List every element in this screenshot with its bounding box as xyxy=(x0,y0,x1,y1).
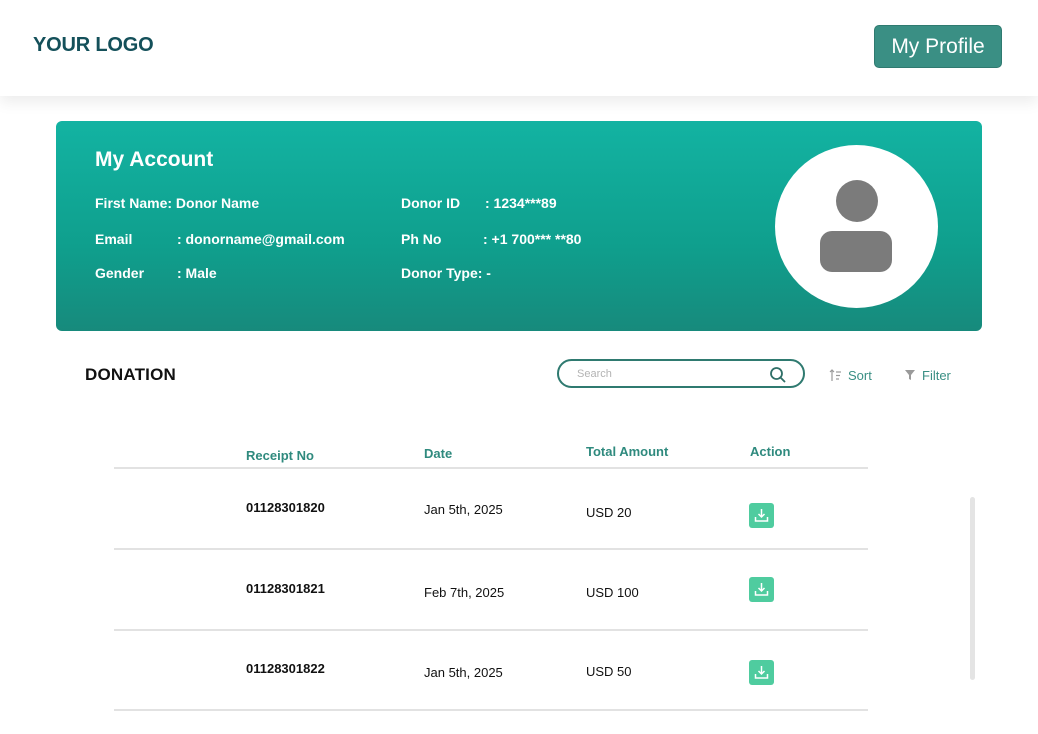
download-icon xyxy=(754,583,769,596)
table-scrollbar[interactable] xyxy=(970,497,975,680)
donation-amount: USD 100 xyxy=(586,585,639,600)
row-divider xyxy=(114,548,868,550)
receipt-number: 01128301820 xyxy=(246,500,325,515)
account-card: My Account First Name: Donor Name Email … xyxy=(56,121,982,331)
donation-date: Jan 5th, 2025 xyxy=(424,502,503,517)
table-header-divider xyxy=(114,467,868,469)
my-profile-button[interactable]: My Profile xyxy=(874,25,1002,68)
account-title: My Account xyxy=(95,148,214,171)
search-icon[interactable] xyxy=(769,366,787,384)
donation-title: DONATION xyxy=(85,365,176,384)
avatar-head xyxy=(836,180,878,222)
sort-button[interactable]: Sort xyxy=(829,366,872,384)
logo[interactable]: YOUR LOGO xyxy=(33,34,154,57)
receipt-number: 01128301821 xyxy=(246,581,325,596)
email-label: Email xyxy=(95,231,133,247)
top-header: YOUR LOGO My Profile xyxy=(0,0,1038,96)
sort-icon xyxy=(829,368,841,381)
gender-label: Gender xyxy=(95,265,145,281)
filter-icon xyxy=(905,370,915,380)
avatar-body xyxy=(820,231,892,272)
download-receipt-button[interactable] xyxy=(749,577,774,602)
donor-id-value: : 1234***89 xyxy=(485,195,557,211)
column-header-action: Action xyxy=(750,444,791,459)
download-icon xyxy=(754,509,769,522)
column-header-total-amount[interactable]: Total Amount xyxy=(586,444,668,459)
row-divider xyxy=(114,709,868,711)
filter-label: Filter xyxy=(922,367,951,383)
filter-button[interactable]: Filter xyxy=(904,366,951,384)
search-input[interactable] xyxy=(577,365,767,383)
donor-id-label: Donor ID xyxy=(401,195,461,211)
row-divider xyxy=(114,629,868,631)
receipt-number: 01128301822 xyxy=(246,661,325,676)
donation-date: Jan 5th, 2025 xyxy=(424,665,503,680)
sort-label: Sort xyxy=(848,367,872,383)
search-box[interactable] xyxy=(557,359,805,388)
first-name-field: First Name: Donor Name xyxy=(95,195,260,211)
column-header-receipt[interactable]: Receipt No xyxy=(246,448,314,463)
donation-date: Feb 7th, 2025 xyxy=(424,585,505,600)
gender-value: : Male xyxy=(177,265,217,281)
phone-label: Ph No xyxy=(401,231,442,247)
column-header-date[interactable]: Date xyxy=(424,446,452,461)
donor-type-field: Donor Type: - xyxy=(401,265,491,281)
user-avatar-icon[interactable] xyxy=(775,145,938,308)
phone-value: : +1 700*** **80 xyxy=(483,231,582,247)
download-icon xyxy=(754,666,769,679)
download-receipt-button[interactable] xyxy=(749,660,774,685)
donation-amount: USD 20 xyxy=(586,505,632,520)
download-receipt-button[interactable] xyxy=(749,503,774,528)
donation-amount: USD 50 xyxy=(586,664,632,679)
email-value: : donorname@gmail.com xyxy=(177,231,345,247)
